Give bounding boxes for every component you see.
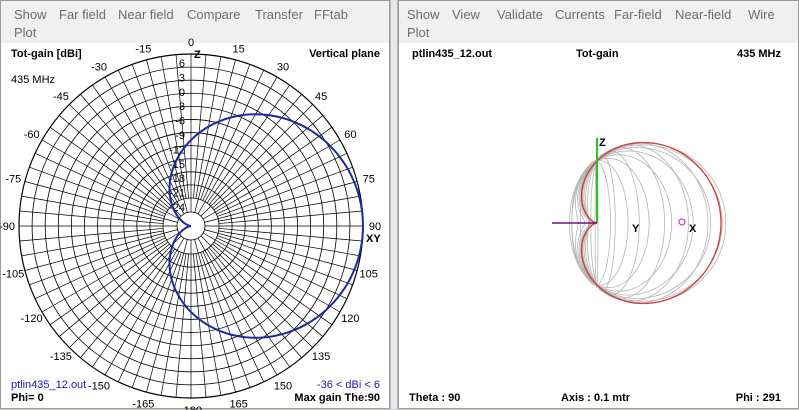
menu-show[interactable]: Show bbox=[407, 7, 440, 22]
filename-label: ptlin435_12.out bbox=[11, 379, 87, 391]
frequency-label: 435 MHz bbox=[736, 48, 781, 60]
radial-line bbox=[194, 59, 236, 213]
angle-tick-label: -30 bbox=[91, 62, 107, 74]
frequency-label: 435 MHz bbox=[11, 74, 56, 86]
angle-tick-label: -75 bbox=[5, 173, 21, 185]
gain-tick-label: -21 bbox=[169, 188, 185, 200]
polar-plot: 0153045607590105120135150165-180-165-150… bbox=[0, 37, 381, 410]
radial-line bbox=[69, 235, 182, 348]
gain-tick-label: -3 bbox=[175, 101, 185, 113]
radial-line bbox=[24, 229, 178, 271]
window-separator bbox=[390, 0, 398, 409]
menu-bar-left: Show Far field Near field Compare Transf… bbox=[1, 1, 389, 43]
max-gain-marker bbox=[678, 218, 686, 226]
radial-line bbox=[146, 239, 188, 393]
menu-bar-right: Show View Validate Currents Far-field Ne… bbox=[399, 1, 798, 43]
angle-tick-label: 30 bbox=[277, 62, 289, 74]
radial-line bbox=[29, 235, 165, 286]
angle-tick-label: 0 bbox=[188, 37, 194, 49]
angle-tick-label: -165 bbox=[132, 399, 154, 410]
radial-line bbox=[24, 181, 178, 223]
menu-view[interactable]: View bbox=[452, 7, 480, 22]
mesh-line bbox=[581, 142, 722, 304]
radial-line bbox=[217, 166, 353, 217]
radial-line bbox=[200, 64, 251, 200]
phi-label: Phi= 0 bbox=[11, 392, 44, 404]
angle-tick-label: -15 bbox=[135, 43, 151, 55]
angle-tick-label: 45 bbox=[315, 91, 327, 103]
menu-plot[interactable]: Plot bbox=[407, 25, 429, 40]
pattern-outline bbox=[580, 141, 722, 305]
angle-tick-label: -90 bbox=[0, 221, 15, 233]
range-label: -36 < dBi < 6 bbox=[317, 379, 380, 391]
gain-tick-label: 3 bbox=[179, 72, 185, 84]
menu-currents[interactable]: Currents bbox=[555, 7, 605, 22]
menu-far-field[interactable]: Far field bbox=[59, 7, 106, 22]
angle-tick-label: -135 bbox=[50, 351, 72, 363]
menu-transfer[interactable]: Transfer bbox=[255, 7, 303, 22]
angle-tick-label: 105 bbox=[360, 269, 378, 281]
mesh-line bbox=[581, 142, 722, 304]
angle-tick-label: -180 bbox=[180, 405, 202, 410]
menu-validate[interactable]: Validate bbox=[497, 7, 543, 22]
menu-show[interactable]: Show bbox=[14, 7, 47, 22]
gain-tick-label: 0 bbox=[179, 87, 185, 99]
3d-view-area[interactable]: Z Y X ptlin435_12.out Tot-gain 435 MHz The… bbox=[399, 43, 798, 408]
radial-line bbox=[29, 166, 165, 217]
gain-tick-label: -9 bbox=[175, 130, 185, 142]
angle-tick-label: 135 bbox=[312, 351, 330, 363]
z-axis-label: Z bbox=[194, 49, 201, 61]
radial-line bbox=[204, 229, 358, 271]
plot-title: Tot-gain [dBi] bbox=[11, 48, 82, 60]
gain-tick-label: -6 bbox=[175, 116, 185, 128]
menu-near-field[interactable]: Near-field bbox=[675, 7, 731, 22]
axis-scale-label: Axis : 0.1 mtr bbox=[561, 392, 631, 404]
menu-near-field[interactable]: Near field bbox=[118, 7, 174, 22]
plane-label: Vertical plane bbox=[309, 48, 380, 60]
phi-label: Phi : 291 bbox=[735, 392, 781, 404]
max-gain-label: Max gain The:90 bbox=[294, 392, 380, 404]
theta-label: Theta : 90 bbox=[409, 392, 461, 404]
angle-tick-label: 15 bbox=[232, 43, 244, 55]
angle-tick-label: 75 bbox=[363, 173, 375, 185]
angle-tick-label: 165 bbox=[229, 399, 247, 410]
menu-fftab[interactable]: FFtab bbox=[314, 7, 348, 22]
y-axis-label: Y bbox=[632, 223, 640, 235]
menu-wire[interactable]: Wire bbox=[748, 7, 775, 22]
angle-tick-label: 150 bbox=[274, 380, 292, 392]
angle-tick-label: 90 bbox=[369, 221, 381, 233]
angle-tick-label: -60 bbox=[24, 129, 40, 141]
menu-far-field[interactable]: Far-field bbox=[614, 7, 662, 22]
radial-line bbox=[204, 181, 358, 223]
x-axis-label: X bbox=[689, 223, 697, 235]
radial-line bbox=[194, 239, 236, 393]
pattern-title: Tot-gain bbox=[576, 48, 619, 60]
xy-axis-label: XY bbox=[366, 233, 381, 245]
3d-pattern-window: Show View Validate Currents Far-field Ne… bbox=[398, 0, 799, 409]
angle-tick-label: -105 bbox=[2, 269, 24, 281]
radial-line bbox=[131, 252, 182, 388]
polar-plot-area[interactable]: 0153045607590105120135150165-180-165-150… bbox=[0, 37, 389, 410]
angle-tick-label: -45 bbox=[53, 91, 69, 103]
angle-tick-label: -120 bbox=[21, 313, 43, 325]
gain-tick-label: 6 bbox=[179, 58, 185, 70]
z-axis-label: Z bbox=[599, 137, 606, 149]
angle-tick-label: -150 bbox=[88, 380, 110, 392]
radial-line bbox=[200, 252, 251, 388]
filename-label: ptlin435_12.out bbox=[412, 48, 493, 60]
3d-pattern-plot: Z Y X bbox=[552, 137, 727, 305]
radial-line bbox=[217, 235, 353, 286]
radial-line bbox=[69, 104, 182, 217]
far-field-window: Show Far field Near field Compare Transf… bbox=[0, 0, 390, 410]
menu-plot[interactable]: Plot bbox=[14, 25, 36, 40]
menu-compare[interactable]: Compare bbox=[187, 7, 240, 22]
angle-tick-label: 60 bbox=[344, 129, 356, 141]
angle-tick-label: 120 bbox=[341, 313, 359, 325]
